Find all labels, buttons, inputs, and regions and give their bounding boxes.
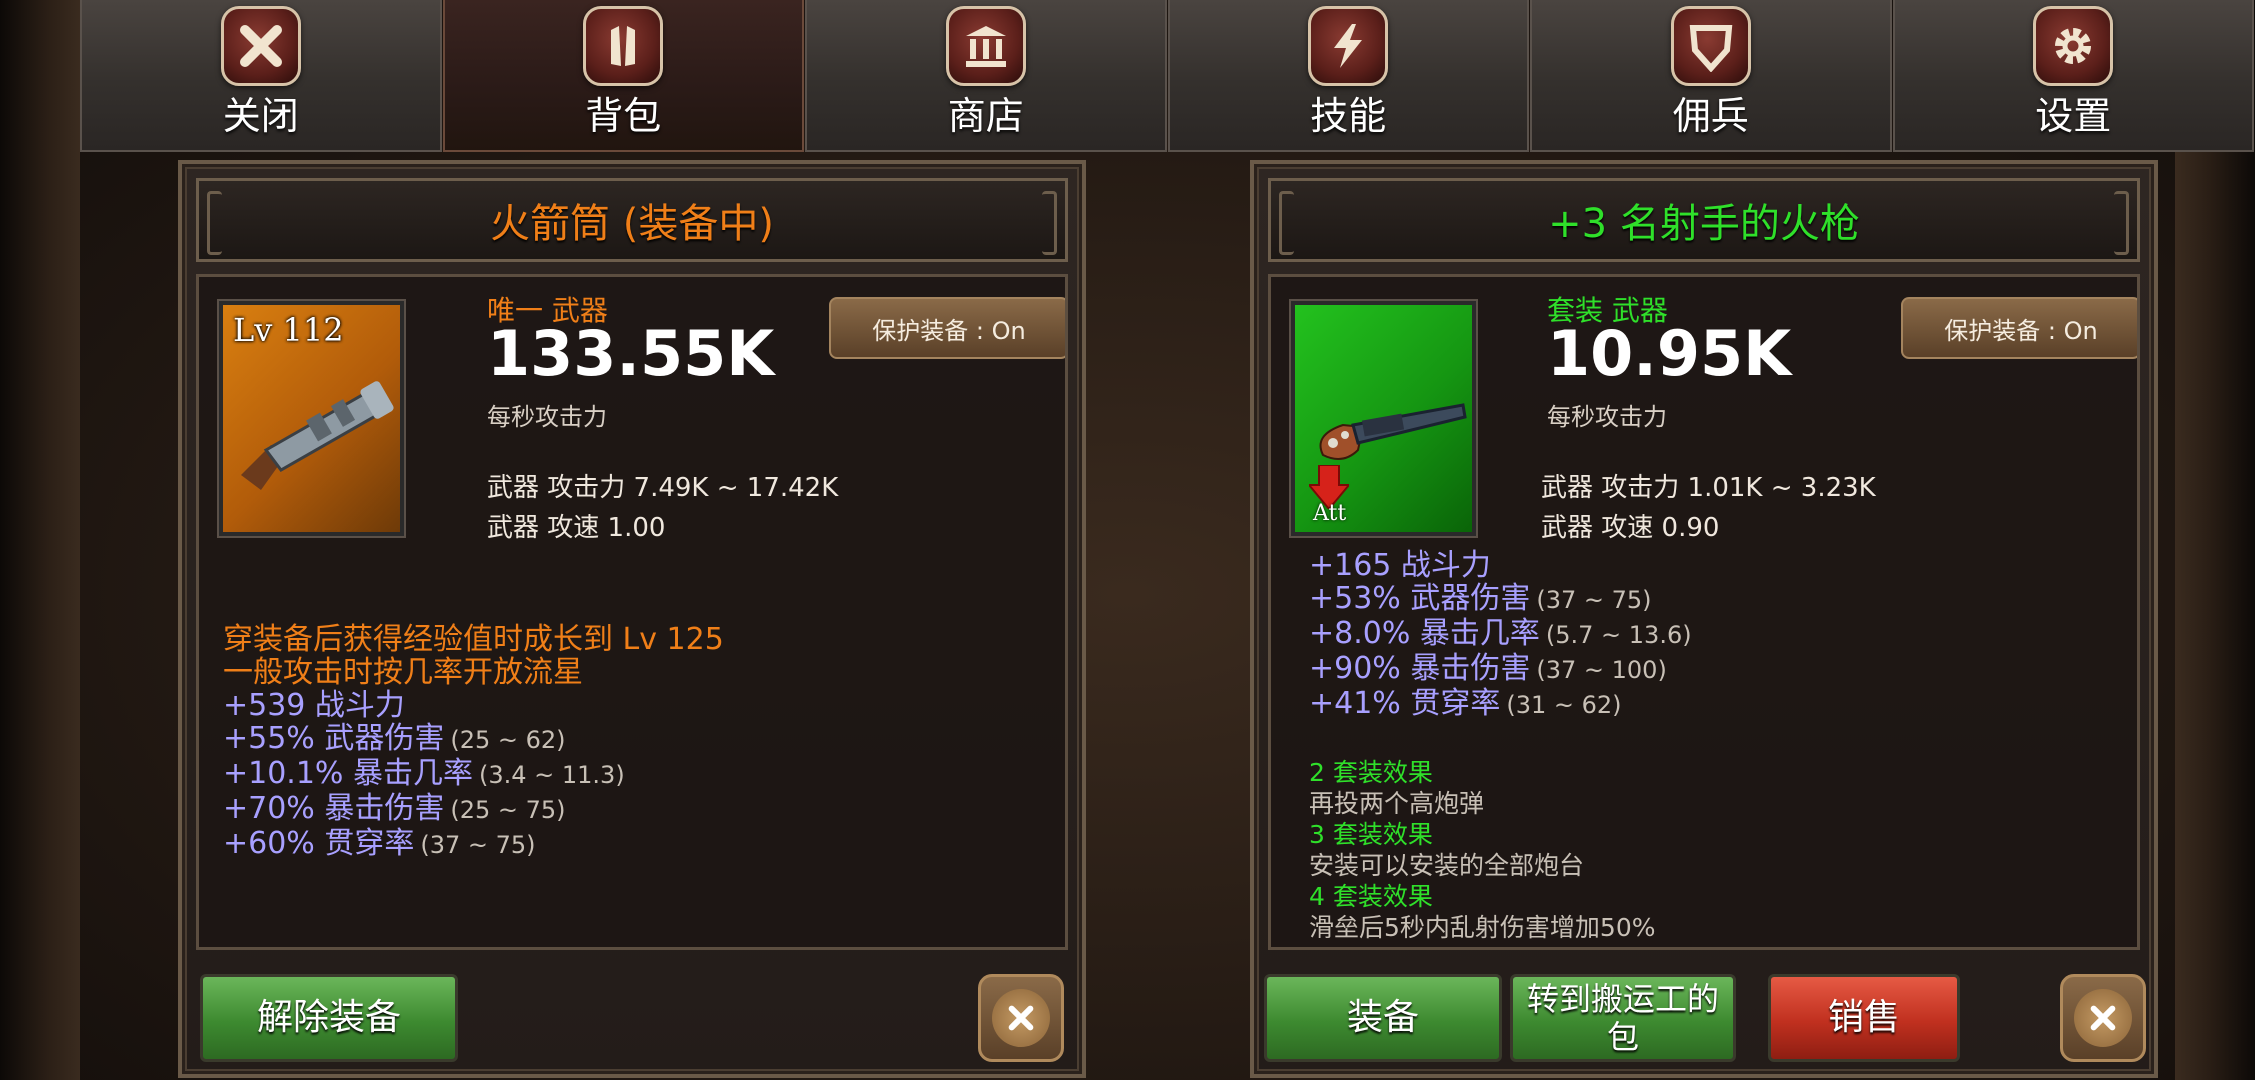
stat-range: (37 ~ 75) [420, 831, 536, 859]
compare-label: Att [1313, 501, 1347, 526]
stat-row: +539 战斗力 [223, 689, 724, 722]
item-title-bar: +3 名射手的火枪 [1268, 178, 2140, 262]
backpack-icon [583, 6, 664, 86]
right-frame [2175, 0, 2255, 1080]
set-effect-title: 3 套装效果 [1309, 820, 1433, 849]
item-details: Lv 112 唯一 武器 133.55K 每秒攻击力 武器 攻击力 7.49K … [196, 274, 1068, 950]
set-effect-title: 4 套装效果 [1309, 882, 1433, 911]
set-effect-desc: 再投两个高炮弹 [1309, 789, 1485, 818]
stat-value: +8.0% 暴击几率 [1309, 616, 1540, 651]
compare-item-panel: +3 名射手的火枪 Att 套装 武器 10.95K 每秒攻击力 武器 攻击力 … [1250, 160, 2158, 1078]
tab-label: 关闭 [222, 94, 299, 138]
stat-row: +60% 贯穿率 (37 ~ 75) [223, 827, 724, 862]
stat-value: +165 战斗力 [1309, 548, 1491, 583]
protect-equipment-toggle[interactable]: 保护装备 : On [829, 297, 1065, 359]
shield-icon [1670, 6, 1751, 86]
dps-label: 每秒攻击力 [1547, 403, 1667, 431]
unequip-button[interactable]: 解除装备 [200, 974, 458, 1062]
weapon-attack: 武器 攻击力 1.01K ~ 3.23K [1541, 473, 1876, 503]
protect-equipment-toggle[interactable]: 保护装备 : On [1901, 297, 2137, 359]
stat-row: +8.0% 暴击几率 (5.7 ~ 13.6) [1309, 617, 1692, 652]
tab-label: 背包 [585, 94, 662, 138]
stat-value: +55% 武器伤害 [223, 721, 445, 756]
item-title: +3 名射手的火枪 [1548, 201, 1860, 247]
item-attributes: 穿装备后获得经验值时成长到 Lv 125 一般攻击时按几率开放流星 +539 战… [223, 623, 724, 862]
stat-range: (37 ~ 100) [1536, 656, 1667, 684]
stat-value: +60% 贯穿率 [223, 826, 415, 861]
item-title: 火箭筒 (装备中) [490, 201, 774, 247]
stat-value: +70% 暴击伤害 [223, 791, 445, 826]
shop-icon [945, 6, 1026, 86]
stat-value: +10.1% 暴击几率 [223, 756, 473, 791]
tab-label: 佣兵 [1672, 94, 1749, 138]
stat-row: +165 战斗力 [1309, 549, 1692, 582]
equip-button[interactable]: 装备 [1264, 974, 1502, 1062]
dps-value: 133.55K [487, 317, 775, 390]
stat-row: +70% 暴击伤害 (25 ~ 75) [223, 792, 724, 827]
special-effect: 穿装备后获得经验值时成长到 Lv 125 [223, 622, 724, 657]
item-slot: Lv 112 [219, 301, 404, 536]
stat-range: (3.4 ~ 11.3) [478, 761, 625, 789]
tab-close[interactable]: 关闭 [80, 0, 442, 152]
item-details: Att 套装 武器 10.95K 每秒攻击力 武器 攻击力 1.01K ~ 3.… [1268, 274, 2140, 950]
item-attributes: +165 战斗力 +53% 武器伤害 (37 ~ 75) +8.0% 暴击几率 (5… [1309, 549, 1692, 722]
stat-row: +10.1% 暴击几率 (3.4 ~ 11.3) [223, 757, 724, 792]
stat-range: (5.7 ~ 13.6) [1545, 621, 1692, 649]
left-frame [0, 0, 80, 1080]
item-title-bar: 火箭筒 (装备中) [196, 178, 1068, 262]
stat-range: (25 ~ 62) [450, 726, 566, 754]
tab-settings[interactable]: 设置 [1892, 0, 2254, 152]
weapon-speed: 武器 攻速 0.90 [1541, 513, 1720, 543]
stat-value: +41% 贯穿率 [1309, 686, 1501, 721]
close-icon [220, 6, 301, 86]
stat-range: (37 ~ 75) [1536, 586, 1652, 614]
tab-skills[interactable]: 技能 [1167, 0, 1529, 152]
gear-icon [2033, 6, 2114, 86]
weapon-attack: 武器 攻击力 7.49K ~ 17.42K [487, 473, 839, 503]
set-effects: 2 套装效果 再投两个高炮弹 3 套装效果 安装可以安装的全部炮台 4 套装效果… [1309, 757, 1655, 943]
rocket-launcher-icon [241, 381, 394, 490]
tab-label: 商店 [947, 94, 1024, 138]
dps-label: 每秒攻击力 [487, 403, 607, 431]
dps-value: 10.95K [1547, 317, 1792, 390]
set-effect-desc: 滑垒后5秒内乱射伤害增加50% [1309, 913, 1656, 942]
item-slot: Att [1291, 301, 1476, 536]
tab-backpack[interactable]: 背包 [442, 0, 804, 152]
set-effect-desc: 安装可以安装的全部炮台 [1309, 851, 1585, 880]
stat-value: +90% 暴击伤害 [1309, 651, 1531, 686]
tab-shop[interactable]: 商店 [805, 0, 1167, 152]
special-effect: 一般攻击时按几率开放流星 [223, 655, 583, 690]
top-tab-bar: 关闭 背包 商店 技能 佣兵 设置 [80, 0, 2255, 155]
tab-label: 设置 [2035, 94, 2112, 138]
stat-value: +539 战斗力 [223, 688, 405, 723]
equipped-item-panel: 火箭筒 (装备中) Lv 112 唯一 武器 133.55K 每秒攻击力 武器 … [178, 160, 1086, 1078]
transfer-to-porter-button[interactable]: 转到搬运工的包 [1510, 974, 1736, 1062]
close-icon [992, 989, 1050, 1047]
stat-range: (25 ~ 75) [450, 796, 566, 824]
tab-mercenary[interactable]: 佣兵 [1530, 0, 1892, 152]
sell-button[interactable]: 销售 [1768, 974, 1960, 1062]
close-panel-button[interactable] [2060, 974, 2146, 1062]
stat-row: +53% 武器伤害 (37 ~ 75) [1309, 582, 1692, 617]
weapon-speed: 武器 攻速 1.00 [487, 513, 666, 543]
tab-label: 技能 [1310, 94, 1387, 138]
close-panel-button[interactable] [978, 974, 1064, 1062]
stat-row: +55% 武器伤害 (25 ~ 62) [223, 722, 724, 757]
stat-row: +41% 贯穿率 (31 ~ 62) [1309, 687, 1692, 722]
stat-value: +53% 武器伤害 [1309, 581, 1531, 616]
item-level: Lv 112 [233, 311, 344, 349]
set-effect-title: 2 套装效果 [1309, 758, 1433, 787]
lightning-icon [1308, 6, 1389, 86]
close-icon [2074, 989, 2132, 1047]
stat-range: (31 ~ 62) [1506, 691, 1622, 719]
stat-row: +90% 暴击伤害 (37 ~ 100) [1309, 652, 1692, 687]
